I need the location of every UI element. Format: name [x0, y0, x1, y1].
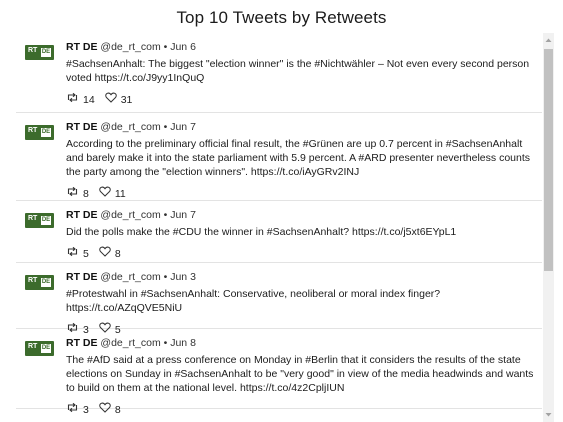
author-handle[interactable]: @de_rt_com	[100, 41, 160, 53]
tweet-item[interactable]: RT DE RT DE @de_rt_com • Jun 7 Did the poll…	[16, 201, 542, 263]
header-separator: •	[160, 271, 171, 283]
like-count: 31	[120, 93, 133, 106]
retweet-icon	[66, 186, 79, 201]
avatar[interactable]: RT DE	[25, 125, 54, 140]
retweet-count: 8	[83, 187, 89, 200]
avatar[interactable]: RT DE	[25, 213, 54, 228]
heart-icon	[104, 92, 117, 107]
author-name[interactable]: RT DE	[66, 271, 98, 283]
author-handle[interactable]: @de_rt_com	[100, 271, 160, 283]
tweet-text: #Protestwahl in #SachsenAnhalt: Conserva…	[66, 288, 441, 314]
tweet-header: RT DE @de_rt_com • Jun 6	[66, 40, 534, 54]
tweet-stats: 38	[66, 402, 534, 417]
tweet-date[interactable]: Jun 7	[170, 121, 196, 133]
retweet-count: 14	[83, 93, 95, 106]
page-title: Top 10 Tweets by Retweets	[176, 8, 387, 27]
header-separator: •	[160, 337, 171, 349]
author-name[interactable]: RT DE	[66, 209, 98, 221]
tweet-text: According to the preliminary official fi…	[66, 138, 531, 178]
tweet-item[interactable]: RT DE RT DE @de_rt_com • Jun 6 #SachsenAnha…	[16, 33, 542, 113]
retweet-count: 3	[83, 403, 89, 416]
tweet-stats: 14 31	[66, 92, 534, 107]
author-name[interactable]: RT DE	[66, 41, 98, 53]
tweet-item[interactable]: RT DE RT DE @de_rt_com • Jun 7 According to…	[16, 113, 542, 201]
tweet-header: RT DE @de_rt_com • Jun 8	[66, 336, 534, 350]
avatar-logo-rt: RT	[28, 127, 38, 134]
avatar-logo-de: DE	[41, 216, 51, 225]
retweet-icon	[66, 402, 79, 417]
header-separator: •	[160, 209, 171, 221]
heart-icon	[99, 402, 111, 417]
like-stat[interactable]: 8	[99, 402, 121, 417]
header-separator: •	[160, 41, 171, 53]
author-name[interactable]: RT DE	[66, 337, 98, 349]
tweet-stats: 8 11	[66, 186, 534, 201]
avatar-logo-rt: RT	[28, 215, 38, 222]
avatar[interactable]: RT DE	[25, 45, 54, 60]
tweet-text: The #AfD said at a press conference on M…	[66, 354, 534, 394]
scroll-down-arrow-icon[interactable]	[545, 411, 552, 418]
avatar-logo-de: DE	[41, 48, 51, 57]
tweet-text: #SachsenAnhalt: The biggest "election wi…	[66, 58, 530, 84]
tweet-item[interactable]: RT DE RT DE @de_rt_com • Jun 3 #Protestwahl…	[16, 263, 542, 336]
avatar-logo-rt: RT	[28, 47, 38, 54]
author-name[interactable]: RT DE	[66, 121, 98, 133]
like-stat[interactable]: 31	[104, 92, 133, 107]
heart-icon	[99, 186, 111, 201]
tweet-date[interactable]: Jun 7	[170, 209, 196, 221]
avatar[interactable]: RT DE	[25, 341, 54, 356]
retweet-stat[interactable]: 5	[66, 246, 89, 261]
like-stat[interactable]: 8	[99, 246, 121, 261]
tweet-header: RT DE @de_rt_com • Jun 3	[66, 270, 534, 284]
tweet-list[interactable]: RT DE RT DE @de_rt_com • Jun 6 #SachsenAnha…	[16, 33, 542, 416]
tweet-date[interactable]: Jun 6	[170, 41, 196, 53]
avatar-logo-de: DE	[41, 344, 51, 353]
scrollbar[interactable]	[543, 33, 554, 422]
tweet-date[interactable]: Jun 8	[170, 337, 196, 349]
tweet-item[interactable]: RT DE RT DE @de_rt_com • Jun 8 The #AfD sai…	[16, 329, 542, 416]
retweet-stat[interactable]: 8	[66, 186, 89, 201]
avatar-logo-de: DE	[41, 278, 51, 287]
like-count: 11	[114, 187, 126, 200]
avatar[interactable]: RT DE	[25, 275, 54, 290]
header-separator: •	[160, 121, 171, 133]
tweet-header: RT DE @de_rt_com • Jun 7	[66, 120, 534, 134]
like-stat[interactable]: 11	[99, 186, 126, 201]
avatar-logo-rt: RT	[28, 343, 38, 350]
author-handle[interactable]: @de_rt_com	[100, 121, 160, 133]
scrollbar-thumb[interactable]	[544, 49, 553, 271]
retweet-stat[interactable]: 3	[66, 402, 89, 417]
author-handle[interactable]: @de_rt_com	[100, 209, 160, 221]
like-count: 8	[114, 403, 121, 416]
retweet-icon	[66, 246, 79, 261]
author-handle[interactable]: @de_rt_com	[100, 337, 160, 349]
tweet-text: Did the polls make the #CDU the winner i…	[66, 226, 457, 238]
tweet-header: RT DE @de_rt_com • Jun 7	[66, 208, 534, 222]
scroll-up-arrow-icon[interactable]	[545, 37, 552, 44]
avatar-logo-rt: RT	[28, 277, 38, 284]
heart-icon	[99, 246, 111, 261]
tweet-date[interactable]: Jun 3	[170, 271, 196, 283]
tweet-panel: RT DE RT DE @de_rt_com • Jun 6 #SachsenAnha…	[16, 33, 554, 422]
retweet-icon	[66, 92, 79, 107]
retweet-stat[interactable]: 14	[66, 92, 95, 107]
avatar-logo-de: DE	[41, 128, 51, 137]
like-count: 8	[114, 247, 121, 260]
retweet-count: 5	[83, 247, 89, 260]
tweet-stats: 58	[66, 246, 534, 261]
